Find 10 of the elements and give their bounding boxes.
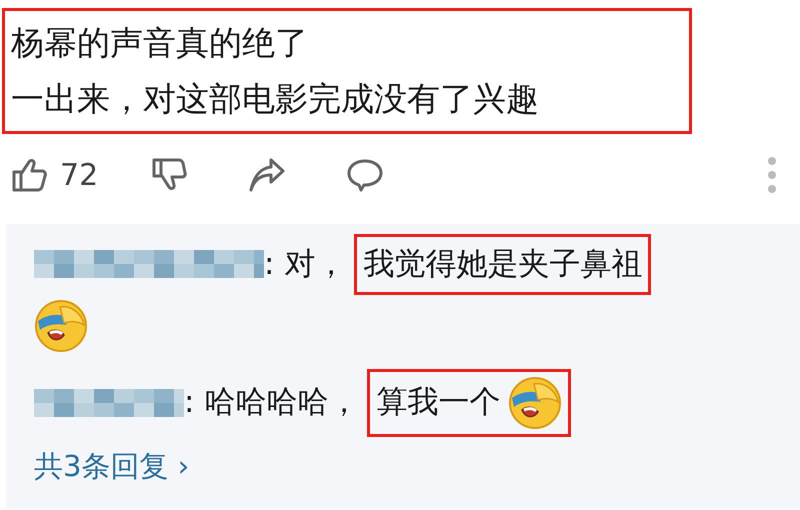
laughing-emoji-icon xyxy=(34,298,88,352)
reply-text: : 对， xyxy=(264,245,346,284)
reply-text: 算我一个 xyxy=(376,383,500,422)
comment-text: 杨幂的声音真的绝了 xyxy=(11,22,309,64)
comment-text: 一出来，对这部电影完成没有了兴趣 xyxy=(11,78,540,120)
reply-text: : 哈哈哈哈， xyxy=(184,383,360,422)
laughing-emoji-icon xyxy=(508,376,562,430)
reply-text: 我觉得她是夹子鼻祖 xyxy=(363,245,642,284)
like-count: 72 xyxy=(60,156,98,194)
view-replies-link[interactable]: 共3条回复 › xyxy=(34,448,190,482)
